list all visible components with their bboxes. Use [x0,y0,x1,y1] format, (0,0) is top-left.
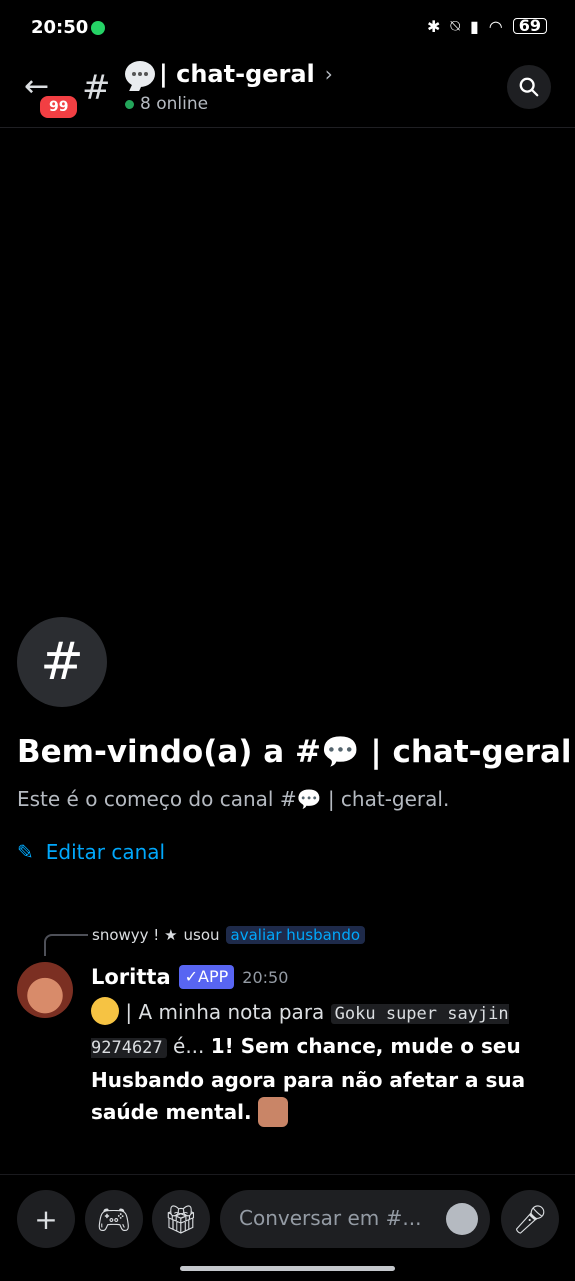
online-count: 8 online [125,94,208,114]
welcome-title: Bem-vindo(a) a #💬 | chat-geral! [17,734,575,770]
author-name[interactable]: Loritta [91,965,171,989]
gift-button[interactable]: 🎁︎ [152,1190,210,1248]
chevron-right-icon: › [324,62,333,86]
message-header: Loritta ✓APP 20:50 [91,965,288,989]
home-indicator[interactable] [180,1266,395,1271]
status-time: 20:50 [31,17,89,38]
custom-emoji-icon [258,1097,288,1127]
microphone-icon: 🎤︎ [512,1202,548,1236]
message-content: | A minha nota para Goku super sayjin 92… [91,996,556,1128]
gift-icon: 🎁︎ [163,1202,199,1236]
voice-button[interactable]: 🎤︎ [501,1190,559,1248]
reply-user: snowyy ! ★ [92,926,178,944]
signal-icon: ▮ [469,16,479,36]
message-mid: é... [173,1034,205,1058]
search-icon [519,77,539,97]
emoji-icon[interactable] [446,1203,478,1235]
thinking-face-icon [91,997,119,1025]
plus-icon: + [34,1202,58,1236]
pencil-icon: ✎ [17,840,34,864]
channel-icon: # [17,617,107,707]
message-composer: + 🎮︎ 🎁︎ Conversar em #... 🎤︎ [0,1174,575,1281]
avatar[interactable] [17,962,73,1018]
welcome-subtitle: Este é o começo do canal #💬 | chat-geral… [17,787,450,811]
battery-indicator: 69 [512,18,547,34]
search-button[interactable] [507,65,551,109]
channel-title[interactable]: | chat-geral › [125,60,333,88]
wifi-icon: ◠ [488,16,503,36]
status-bar: 20:50 ✱ ⍉ ▮ ◠ 69 [0,0,575,56]
online-label: 8 online [140,94,209,114]
reply-connector [44,934,88,956]
gamepad-icon: 🎮︎ [96,1202,132,1236]
message-input[interactable]: Conversar em #... [220,1190,490,1248]
status-icons: ✱ ⍉ ▮ ◠ 69 [427,16,547,36]
add-button[interactable]: + [17,1190,75,1248]
activities-button[interactable]: 🎮︎ [85,1190,143,1248]
speech-bubble-icon [125,61,155,87]
edit-channel-label: Editar canal [45,840,166,864]
bluetooth-icon: ✱ [426,16,441,36]
mute-icon: ⍉ [450,16,460,35]
online-dot-icon [125,99,134,109]
message-input-placeholder: Conversar em #... [239,1206,422,1230]
unread-badge: 99 [38,94,80,120]
app-badge: ✓APP [178,965,235,989]
message-time: 20:50 [242,967,289,987]
whatsapp-notification-icon [91,21,105,35]
edit-channel-link[interactable]: ✎ Editar canal [17,840,165,864]
channel-hash-icon: # [82,68,111,108]
channel-name: | chat-geral [159,60,315,88]
slash-command[interactable]: avaliar husbando [225,926,366,944]
message-prefix: | A minha nota para [125,1000,325,1024]
command-reply-context[interactable]: snowyy ! ★ usou avaliar husbando [92,926,366,944]
channel-header: ← 99 # | chat-geral › 8 online [0,56,575,128]
reply-used: usou [183,926,220,944]
